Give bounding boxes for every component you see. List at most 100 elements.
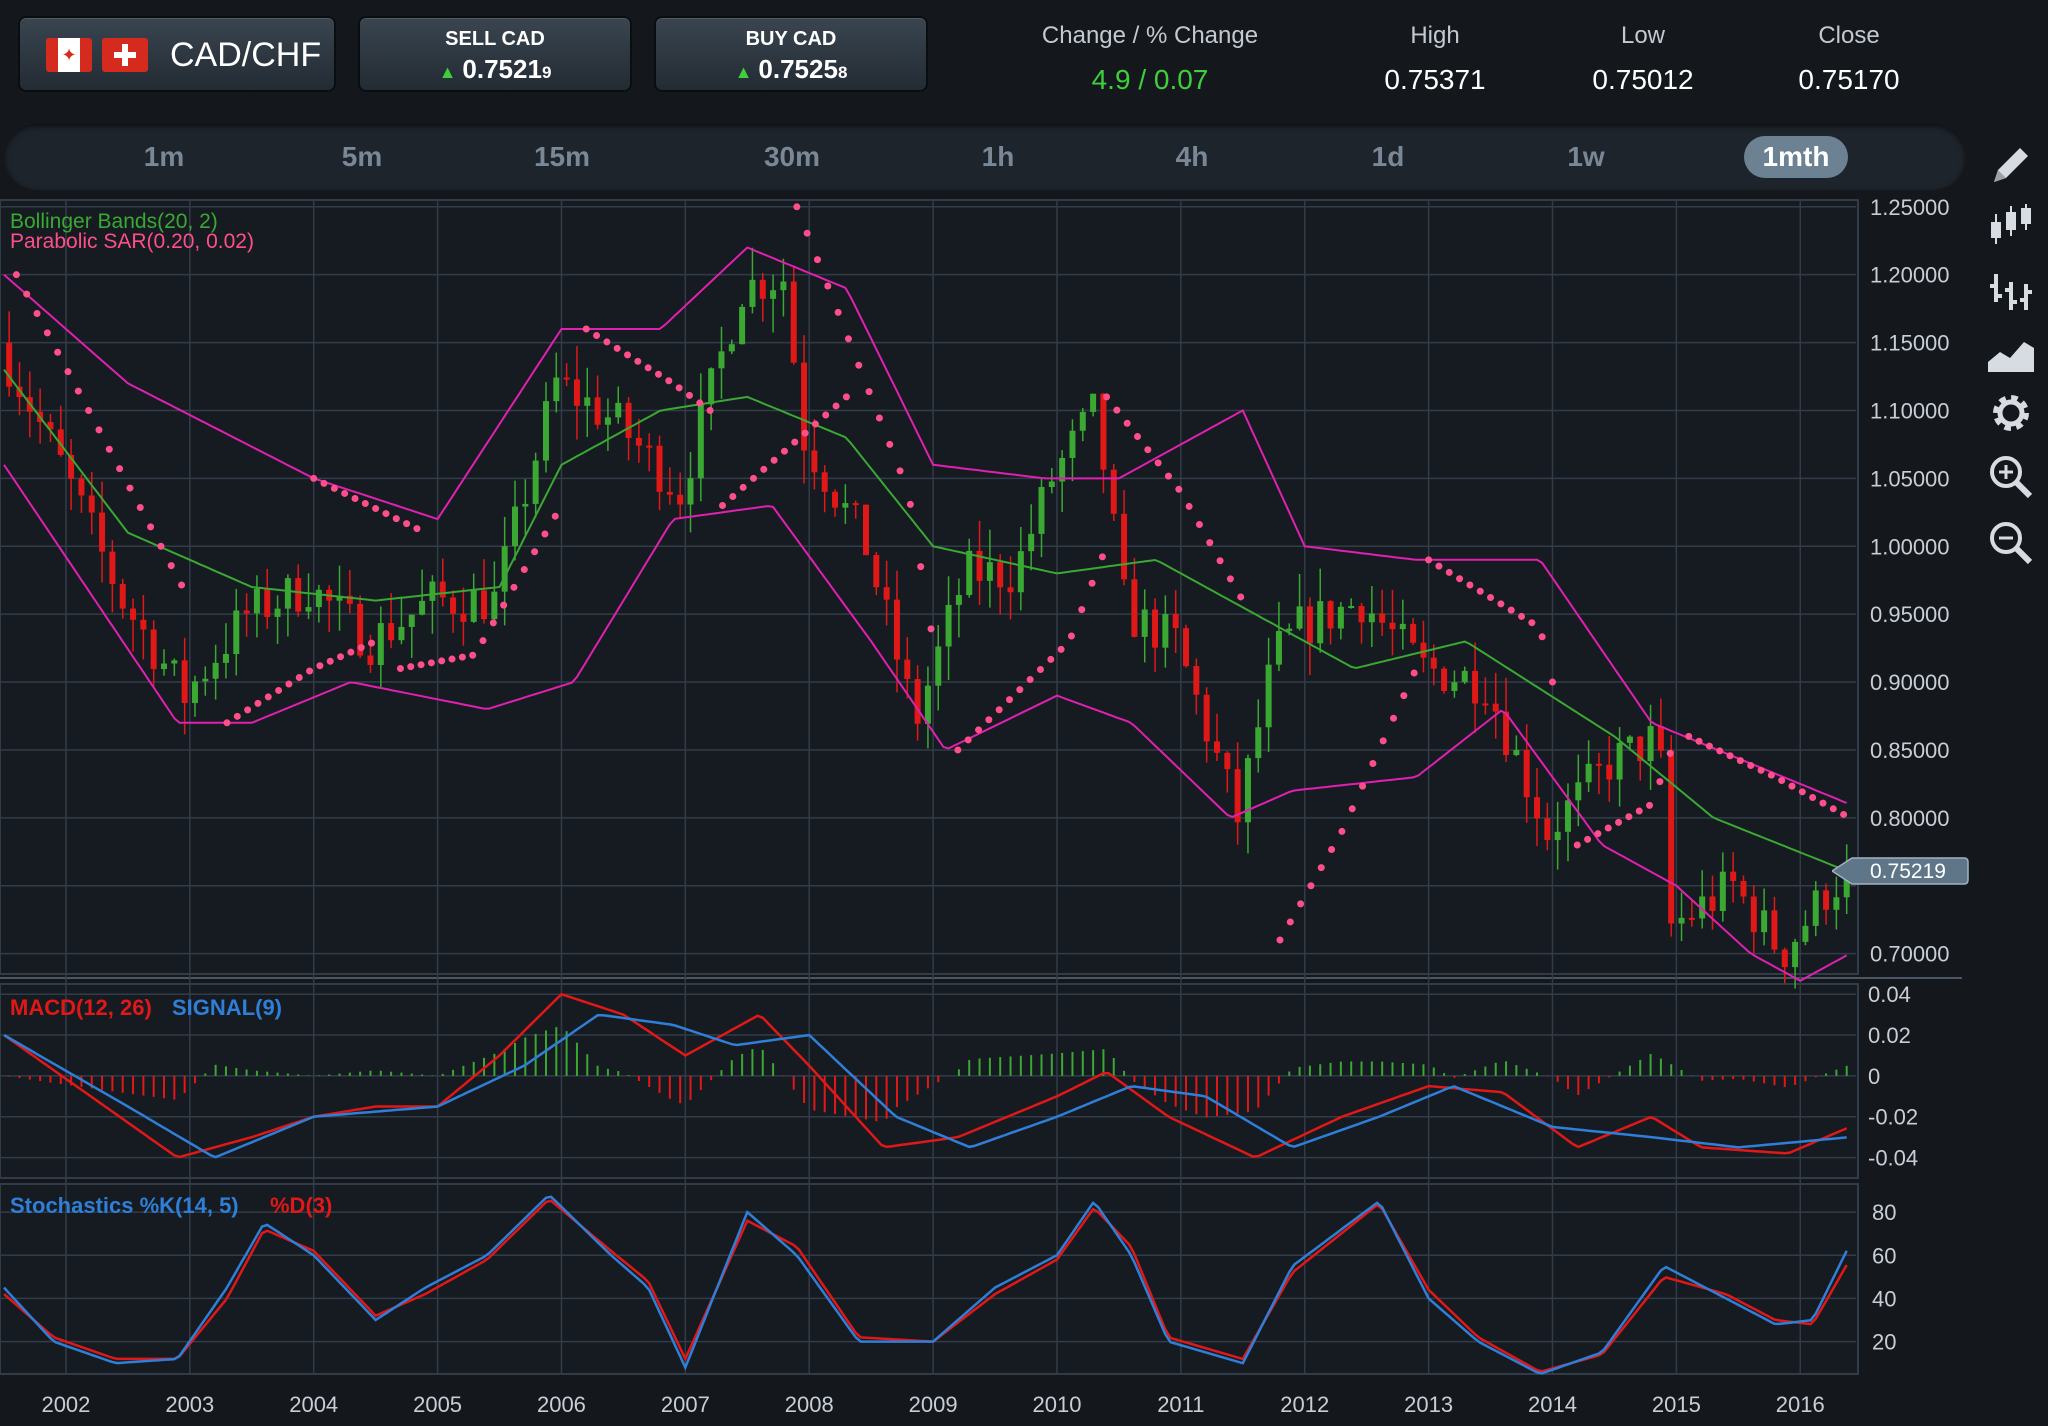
timeframe-1h[interactable]: 1h <box>946 136 1050 178</box>
low-stat: Low 0.75012 <box>1538 22 1748 96</box>
price-tick-label: 0.95000 <box>1870 602 1950 627</box>
x-tick-label: 2013 <box>1404 1392 1453 1417</box>
sar-dot <box>975 726 983 734</box>
area-chart-icon[interactable] <box>1986 328 2036 378</box>
candle-body <box>284 578 291 609</box>
sar-dot <box>126 484 134 492</box>
candle-body <box>1152 609 1159 648</box>
macd-tick-label: 0.04 <box>1868 982 1911 1007</box>
candle-body <box>1358 606 1365 623</box>
candle-body <box>770 290 777 299</box>
candle-body <box>1069 430 1076 458</box>
stoch-tick-label: 20 <box>1872 1330 1896 1355</box>
sar-dot <box>1726 752 1734 760</box>
sar-dot <box>244 706 252 714</box>
high-stat: High 0.75371 <box>1330 22 1540 96</box>
sar-dot <box>479 637 487 645</box>
sar-dot <box>654 370 662 378</box>
sar-dot <box>1767 771 1775 779</box>
candle-body <box>1451 682 1458 691</box>
candle-body <box>604 417 611 425</box>
sar-dot <box>1088 579 1096 587</box>
candle-body <box>1183 628 1190 667</box>
sar-dot <box>1297 900 1305 908</box>
timeframe-1w[interactable]: 1w <box>1534 136 1638 178</box>
candle-body <box>1606 764 1613 780</box>
timeframe-15m[interactable]: 15m <box>510 136 614 178</box>
candle-body <box>1430 657 1437 669</box>
candle-body <box>1740 880 1747 897</box>
timeframe-1d[interactable]: 1d <box>1336 136 1440 178</box>
sar-dot <box>1788 782 1796 790</box>
sar-dot <box>1195 521 1203 529</box>
ohlc-bars-icon[interactable] <box>1986 266 2036 316</box>
sar-dot <box>696 399 704 407</box>
sar-dot <box>351 494 359 502</box>
pencil-icon[interactable] <box>1986 140 2036 190</box>
candle-body <box>914 679 921 724</box>
sar-dot <box>23 290 31 298</box>
sar-dot <box>1497 600 1505 608</box>
candlestick-icon[interactable] <box>1986 200 2036 250</box>
sar-dot <box>1518 612 1526 620</box>
candle-body <box>615 402 622 418</box>
sar-dot <box>1445 568 1453 576</box>
sar-dot <box>1594 830 1602 838</box>
candle-body <box>1678 917 1685 924</box>
zoom-out-icon[interactable] <box>1986 518 2036 568</box>
candle-body <box>1275 630 1282 665</box>
timeframe-bar: 1m 5m 15m 30m 1h 4h 1d 1w 1mth <box>4 124 1966 190</box>
sar-dot <box>136 503 144 511</box>
sell-button[interactable]: SELL CAD ▲ 0.75219 <box>358 16 632 92</box>
sar-dot <box>791 438 799 446</box>
sar-dot <box>1016 686 1024 694</box>
sar-dot <box>1005 696 1013 704</box>
timeframe-1m[interactable]: 1m <box>112 136 216 178</box>
sar-dot <box>396 664 404 672</box>
candle-body <box>1265 664 1272 728</box>
price-tick-label: 1.05000 <box>1870 466 1950 491</box>
candle-body <box>739 306 746 345</box>
sar-dot <box>855 361 863 369</box>
sar-dot <box>531 548 539 556</box>
timeframe-5m[interactable]: 5m <box>310 136 414 178</box>
candle-body <box>109 551 116 585</box>
candle-body <box>99 512 106 552</box>
sar-dot <box>295 674 303 682</box>
price-tick-label: 1.25000 <box>1870 196 1950 220</box>
sar-dot <box>427 659 435 667</box>
candle-body <box>1193 666 1200 695</box>
x-tick-label: 2010 <box>1033 1392 1082 1417</box>
canada-flag-icon: ✦ <box>46 38 92 72</box>
zoom-in-icon[interactable] <box>1986 452 2036 502</box>
candle-body <box>233 610 240 654</box>
sar-dot <box>12 271 20 279</box>
timeframe-30m[interactable]: 30m <box>740 136 844 178</box>
panel-frame-0 <box>0 199 1859 975</box>
sar-dot <box>780 447 788 455</box>
buy-price-pip: 8 <box>837 63 848 82</box>
candle-body <box>388 623 395 641</box>
sar-dot <box>842 393 850 401</box>
timeframe-4h[interactable]: 4h <box>1140 136 1244 178</box>
sar-dot <box>875 414 883 422</box>
candle-body <box>130 608 137 620</box>
sar-dot <box>1047 655 1055 663</box>
candle-body <box>728 344 735 352</box>
candle-body <box>563 377 570 380</box>
sar-dot <box>1237 593 1245 601</box>
chart-canvas[interactable]: 2002 2003 2004 2005 2006 2007 2008 2009 2010 2011… <box>0 196 1974 1426</box>
buy-button[interactable]: BUY CAD ▲ 0.75258 <box>654 16 928 92</box>
candle-body <box>1121 513 1128 580</box>
gear-icon[interactable] <box>1986 388 2036 438</box>
candle-body <box>305 607 312 612</box>
sar-dot <box>1078 606 1086 614</box>
sar-dot <box>417 661 425 669</box>
sar-dot <box>54 348 62 356</box>
sar-dot <box>1317 864 1325 872</box>
sar-dot <box>1185 502 1193 510</box>
symbol-selector[interactable]: ✦ CAD/CHF <box>18 16 336 92</box>
candle-body <box>821 472 828 492</box>
timeframe-1mth[interactable]: 1mth <box>1744 136 1848 178</box>
sell-price-main: 0.7521 <box>462 54 542 84</box>
